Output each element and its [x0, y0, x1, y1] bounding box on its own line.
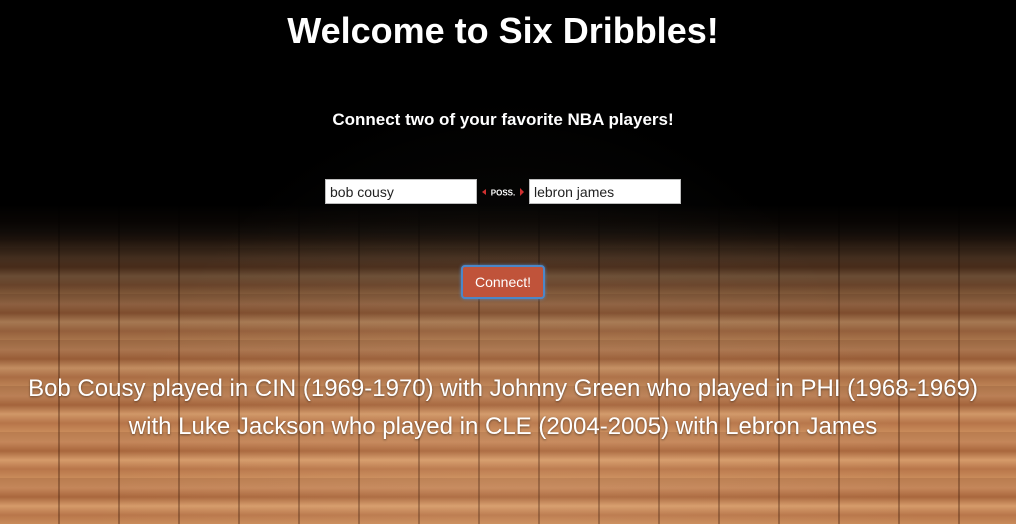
- page-subtitle: Connect two of your favorite NBA players…: [332, 110, 674, 129]
- player-a-input[interactable]: [325, 179, 477, 204]
- connect-button[interactable]: Connect!: [461, 265, 545, 299]
- page-title: Welcome to Six Dribbles!: [287, 10, 719, 51]
- possession-arrow-icon: POSS.: [481, 184, 525, 200]
- main-content: Welcome to Six Dribbles! Connect two of …: [0, 0, 1016, 524]
- connection-result-text: Bob Cousy played in CIN (1969-1970) with…: [28, 375, 978, 440]
- player-b-input[interactable]: [529, 179, 681, 204]
- connector-label: POSS.: [491, 189, 515, 198]
